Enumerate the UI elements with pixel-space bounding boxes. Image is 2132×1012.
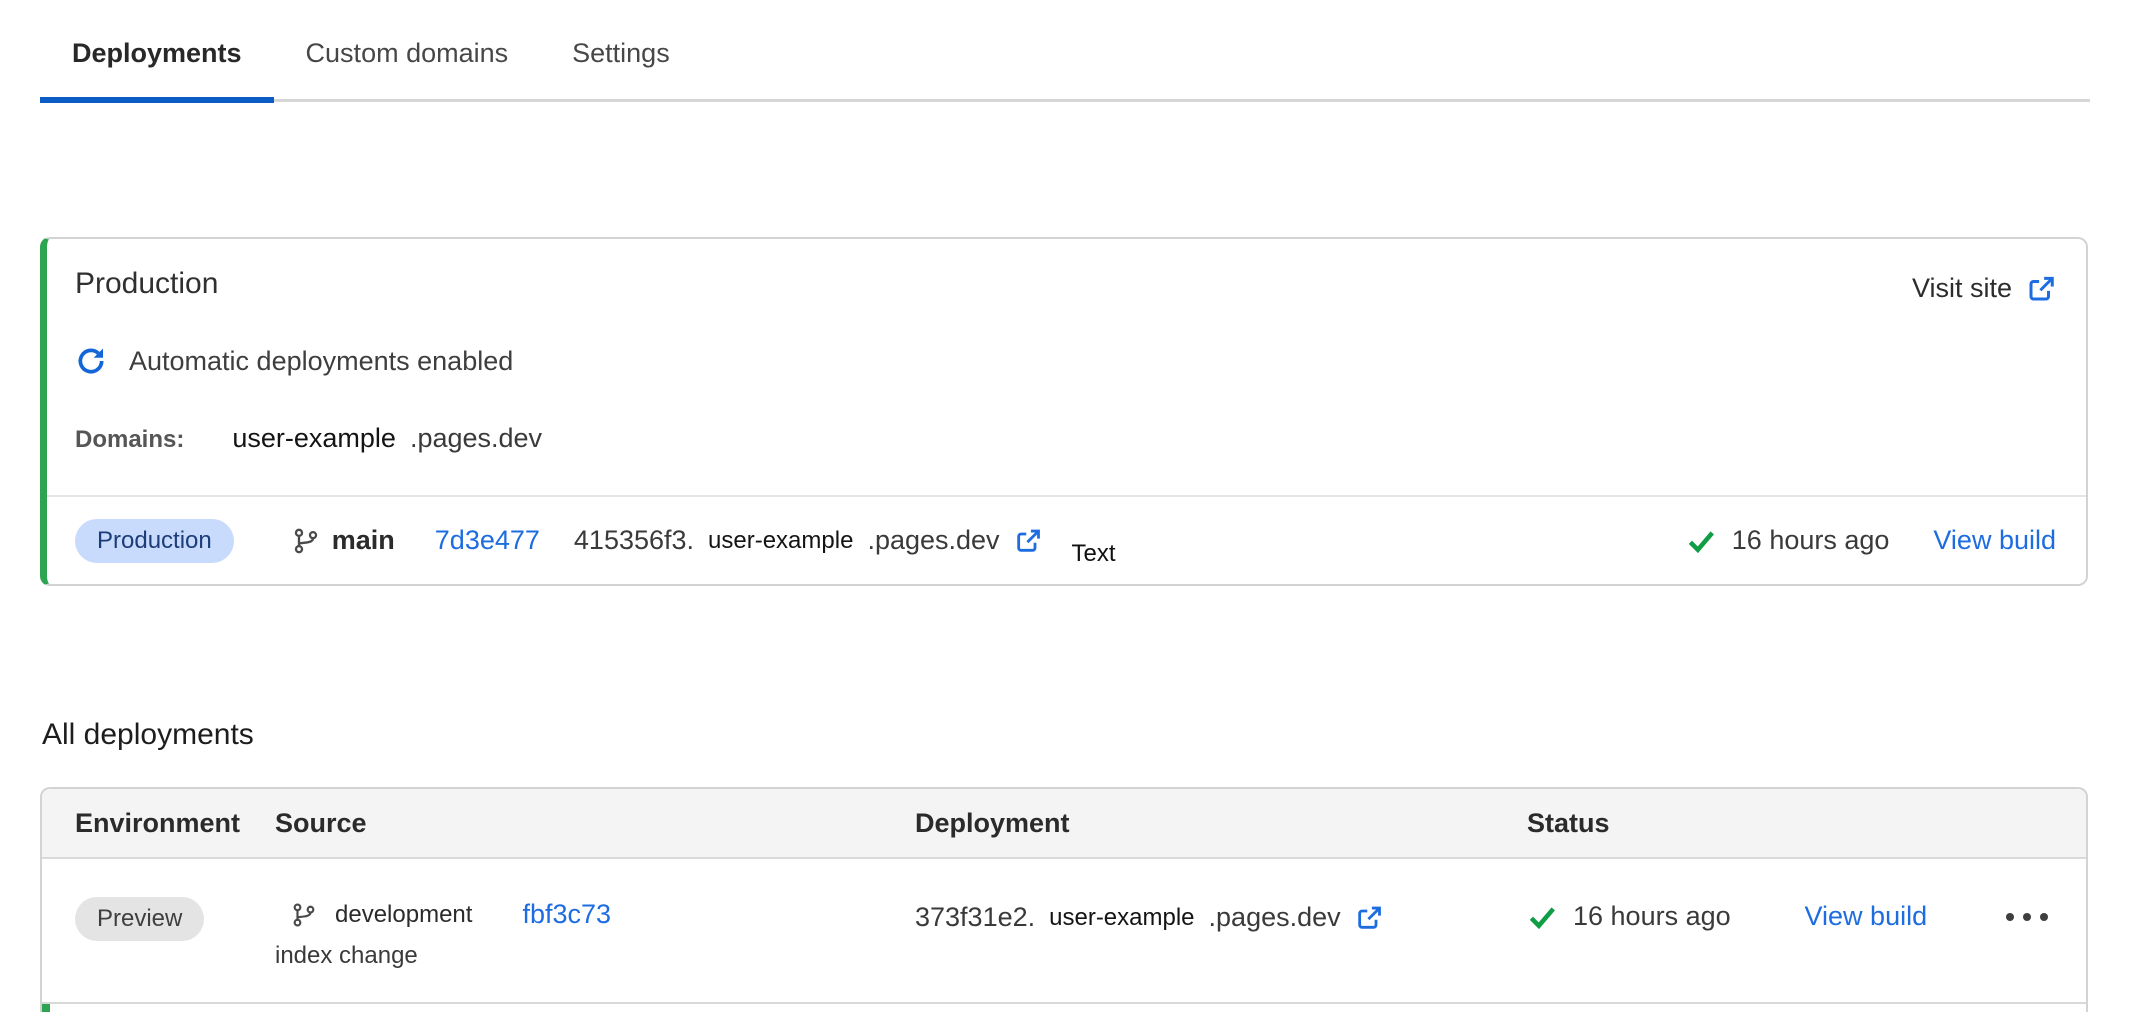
auto-deploy-text: Automatic deployments enabled — [129, 346, 513, 377]
tab-bar: Deployments Custom domains Settings — [40, 26, 2090, 102]
view-build-link[interactable]: View build — [1933, 525, 2056, 556]
domains-label: Domains: — [75, 426, 184, 454]
production-card-title: Production — [75, 267, 218, 301]
production-card: Production Visit site Automatic deployme… — [40, 237, 2088, 586]
next-row-production-edge — [42, 1004, 50, 1012]
column-header-source: Source — [275, 808, 915, 839]
table-row: Preview development fbf3c73 index change — [42, 859, 2086, 1004]
deployment-time: 16 hours ago — [1732, 525, 1890, 556]
deployment-url-hash: 373f31e2. — [915, 902, 1035, 933]
commit-hash-link[interactable]: fbf3c73 — [522, 899, 611, 930]
external-link-icon — [2026, 274, 2056, 304]
deployment-url-suffix: .pages.dev — [1209, 902, 1341, 933]
git-branch-icon — [291, 902, 317, 928]
column-header-environment: Environment — [75, 808, 275, 839]
success-check-icon — [1527, 902, 1557, 932]
view-build-link[interactable]: View build — [1805, 901, 1928, 932]
commit-message: index change — [275, 942, 915, 970]
column-header-status: Status — [1527, 808, 2053, 839]
source-cell: development fbf3c73 index change — [275, 897, 915, 970]
ellipsis-icon — [2005, 912, 2049, 922]
environment-badge: Production — [75, 519, 234, 563]
visit-site-link[interactable]: Visit site — [1912, 273, 2056, 304]
source-branch-line: development fbf3c73 — [275, 899, 915, 930]
deployment-cell: 373f31e2. user-example .pages.dev — [915, 897, 1527, 933]
deployment-url-name: user-example — [1049, 904, 1194, 932]
success-check-icon — [1686, 526, 1716, 556]
commit-message: Text — [1072, 540, 1116, 568]
branch-group: main — [292, 525, 395, 556]
deployment-url: 373f31e2. user-example .pages.dev — [915, 902, 1527, 933]
tab-deployments[interactable]: Deployments — [40, 26, 274, 99]
domain-suffix: .pages.dev — [410, 423, 542, 454]
environment-badge: Preview — [75, 897, 204, 941]
domains-line: Domains: user-example .pages.dev — [75, 423, 542, 454]
tab-settings[interactable]: Settings — [540, 26, 702, 99]
branch-name: main — [332, 525, 395, 556]
production-deployment-row: Production main 7d3e477 415356f3. user-e… — [47, 495, 2086, 584]
deployment-url-name: user-example — [708, 527, 853, 555]
production-row-details: Production main 7d3e477 415356f3. user-e… — [75, 519, 1686, 563]
visit-site-label: Visit site — [1912, 273, 2012, 304]
column-header-deployment: Deployment — [915, 808, 1527, 839]
refresh-icon — [75, 345, 107, 377]
all-deployments-heading: All deployments — [42, 718, 254, 752]
row-actions-menu-button[interactable] — [2001, 908, 2053, 926]
table-header-row: Environment Source Deployment Status — [42, 789, 2086, 859]
branch-name: development — [335, 901, 472, 929]
status-group: 16 hours ago — [1527, 901, 1731, 932]
production-row-status: 16 hours ago View build — [1686, 525, 2056, 556]
environment-cell: Preview — [75, 897, 275, 941]
deployments-table: Environment Source Deployment Status Pre… — [40, 787, 2088, 1012]
deployment-url-suffix: .pages.dev — [867, 525, 999, 556]
status-cell: 16 hours ago View build — [1527, 901, 2053, 932]
external-link-icon[interactable] — [1014, 527, 1042, 555]
tab-custom-domains[interactable]: Custom domains — [274, 26, 541, 99]
auto-deploy-status: Automatic deployments enabled — [75, 345, 513, 377]
deployment-time: 16 hours ago — [1573, 901, 1731, 932]
commit-hash-link[interactable]: 7d3e477 — [435, 525, 540, 556]
git-branch-icon — [292, 527, 320, 555]
deployment-url: 415356f3. user-example .pages.dev — [574, 525, 1042, 556]
domain-name: user-example — [232, 423, 396, 454]
deployment-url-hash: 415356f3. — [574, 525, 694, 556]
external-link-icon[interactable] — [1355, 904, 1383, 932]
